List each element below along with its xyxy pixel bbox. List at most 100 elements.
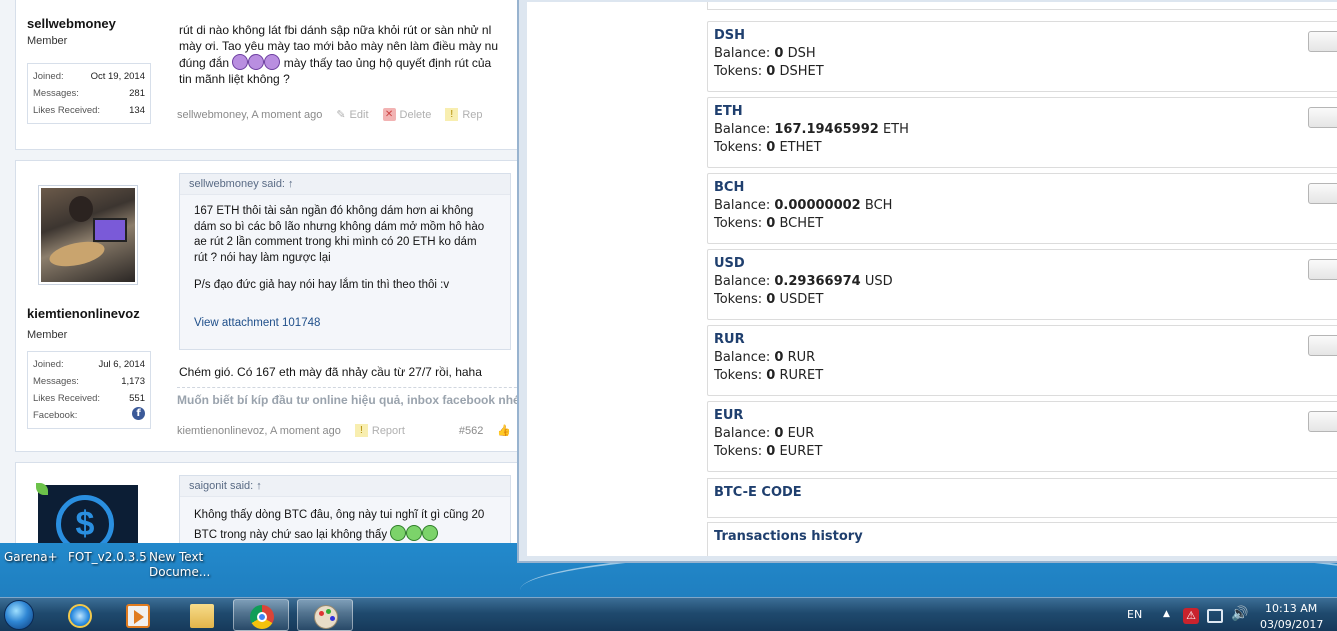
avatar-photo <box>41 188 135 282</box>
paint-palette-icon <box>314 605 338 629</box>
username[interactable]: kiemtienonlinevoz <box>27 306 165 321</box>
deposit-button[interactable]: De <box>1308 335 1337 356</box>
clock-time[interactable]: 10:13 AM <box>1265 602 1317 615</box>
exchange-window: Tokens: 0 PPCET DSH Balance: 0 DSH Token… <box>517 0 1337 563</box>
facebook-icon[interactable]: f <box>132 407 145 420</box>
emoji-icon <box>406 525 423 541</box>
delete-icon: ✕ <box>382 108 396 121</box>
forum-post: $ saigonit said: ↑ Không thấy dòng BTC đ… <box>15 462 520 543</box>
taskbar: EN ▲ ⚠ 🔊 10:13 AM 03/09/2017 <box>0 597 1337 631</box>
message-line: rút di nào không lát fbi dánh sập nữa kh… <box>179 23 492 37</box>
transactions-history-link[interactable]: Transactions history <box>707 522 1337 556</box>
desktop-icon-garena[interactable]: Garena+ <box>4 550 58 565</box>
user-stats: Joined: Oct 19, 2014 Messages: 281 Likes R… <box>27 63 151 124</box>
btc-e-code-link[interactable]: BTC-E CODE <box>707 478 1337 518</box>
taskbar-internet-explorer[interactable] <box>52 599 108 631</box>
attachment-link[interactable]: View attachment 101748 <box>194 316 496 332</box>
stat-value: 134 <box>129 105 145 116</box>
pencil-icon: ✎ <box>336 109 346 121</box>
language-indicator[interactable]: EN <box>1127 608 1142 621</box>
edit-button[interactable]: ✎ Edit <box>336 108 368 122</box>
stat-label: Messages: <box>33 376 79 387</box>
coin-card-eth: ETH Balance: 167.19465992 ETH Tokens: 0 … <box>707 97 1337 168</box>
avatar[interactable]: $ <box>38 485 138 543</box>
desktop-icon-fot[interactable]: FOT_v2.0.3.5 <box>68 550 147 565</box>
username[interactable]: sellwebmoney <box>27 16 165 31</box>
emoji-icon <box>422 525 439 541</box>
deposit-button[interactable]: De <box>1308 411 1337 432</box>
warning-icon: ! <box>354 424 368 437</box>
coin-card-partial: Tokens: 0 PPCET <box>707 2 1337 10</box>
quote-line: P/s đạo đức giả hay nói hay lắm tin thì … <box>194 279 450 291</box>
report-button[interactable]: ! Rep <box>445 108 483 121</box>
media-player-icon <box>126 604 150 628</box>
emoji-icon <box>248 54 265 70</box>
speaker-icon[interactable]: 🔊 <box>1231 606 1248 622</box>
quote-line: ae rút 2 lần comment trong khi mình có 2… <box>194 236 477 248</box>
stat-label: Likes Received: <box>33 105 101 116</box>
quote-line: rút ? nói hay làm ngược lại <box>194 251 331 264</box>
dollar-logo-icon: $ <box>38 485 138 543</box>
taskbar-file-explorer[interactable] <box>174 599 230 631</box>
post-number[interactable]: #562 <box>459 425 483 437</box>
network-icon[interactable] <box>1207 609 1223 623</box>
taskbar-chrome[interactable] <box>233 599 289 631</box>
desktop-icon-new-text-document[interactable]: New Text Docume... <box>149 550 210 580</box>
tokens-line: Tokens: 0 DSHET <box>714 64 824 79</box>
post-author-time[interactable]: kiemtienonlinevoz, A moment ago <box>177 425 341 437</box>
show-hidden-icons-icon[interactable]: ▲ <box>1163 609 1170 619</box>
quote-body: Không thấy dòng BTC đâu, ông này tui ngh… <box>180 497 510 543</box>
deposit-button[interactable]: De <box>1308 107 1337 128</box>
folder-icon <box>190 604 214 628</box>
balance-line: Balance: 167.19465992 ETH <box>714 122 909 137</box>
windows-logo-icon <box>4 600 34 630</box>
balance-line: Balance: 0 RUR <box>714 350 816 365</box>
start-button[interactable] <box>0 598 40 631</box>
user-info: kiemtienonlinevoz Member <box>27 306 165 341</box>
stat-value[interactable]: 281 <box>129 85 145 102</box>
delete-button[interactable]: ✕ Delete <box>382 108 431 121</box>
balance-line: Balance: 0 DSH <box>714 46 816 61</box>
stat-value: Jul 6, 2014 <box>98 359 145 370</box>
clock-date[interactable]: 03/09/2017 <box>1260 618 1323 631</box>
taskbar-media-player[interactable] <box>110 599 166 631</box>
stat-value[interactable]: 1,173 <box>121 373 145 390</box>
avatar[interactable] <box>38 185 138 285</box>
tokens-line: Tokens: 0 BCHET <box>714 216 824 231</box>
coin-symbol: EUR <box>714 408 744 423</box>
tokens-line: Tokens: 0 ETHET <box>714 140 822 155</box>
quote-line: Không thấy dòng BTC đâu, ông này tui ngh… <box>194 509 485 521</box>
emoji-icon <box>264 54 281 70</box>
coin-card-dsh: DSH Balance: 0 DSH Tokens: 0 DSHET De <box>707 21 1337 92</box>
quote-block: sellwebmoney said: ↑ 167 ETH thôi tài sả… <box>179 173 511 350</box>
balance-line: Balance: 0.29366974 USD <box>714 274 893 289</box>
quote-header[interactable]: sellwebmoney said: ↑ <box>180 174 510 195</box>
report-button[interactable]: ! Report <box>354 424 405 437</box>
deposit-button[interactable]: De <box>1308 259 1337 280</box>
stat-value: Oct 19, 2014 <box>90 71 145 82</box>
user-info: sellwebmoney Member <box>27 16 165 47</box>
warning-icon: ! <box>445 108 459 121</box>
post-author-time[interactable]: sellwebmoney, A moment ago <box>177 109 322 121</box>
internet-explorer-icon <box>68 604 92 628</box>
message-line: tin mãnh liệt không ? <box>179 72 290 86</box>
coin-symbol: ETH <box>714 104 743 119</box>
taskbar-paint[interactable] <box>297 599 353 631</box>
balances-panel: Tokens: 0 PPCET DSH Balance: 0 DSH Token… <box>527 2 1337 556</box>
antivirus-icon[interactable]: ⚠ <box>1183 608 1199 624</box>
coin-symbol: DSH <box>714 28 746 43</box>
quote-line: BTC trong này chứ sao lại không thấy <box>194 525 496 543</box>
message-line: đúng đắn mày thấy tao ủng hộ quyết định … <box>179 54 492 70</box>
like-icon[interactable]: 👍 <box>497 424 511 437</box>
post-footer: sellwebmoney, A moment ago ✎ Edit ✕ Delete… <box>177 108 483 121</box>
coin-symbol: RUR <box>714 332 745 347</box>
deposit-button[interactable]: De <box>1308 183 1337 204</box>
post-message: rút di nào không lát fbi dánh sập nữa kh… <box>179 22 520 87</box>
coin-card-eur: EUR Balance: 0 EUR Tokens: 0 EURET De <box>707 401 1337 472</box>
deposit-button[interactable]: De <box>1308 31 1337 52</box>
post-message: Chém gió. Có 167 eth mày đã nhảy cầu từ … <box>179 365 482 379</box>
stat-label: Messages: <box>33 88 79 99</box>
quote-header[interactable]: saigonit said: ↑ <box>180 476 510 497</box>
coin-card-rur: RUR Balance: 0 RUR Tokens: 0 RURET De <box>707 325 1337 396</box>
forum-window: sellwebmoney Member Joined: Oct 19, 2014 … <box>0 0 520 543</box>
